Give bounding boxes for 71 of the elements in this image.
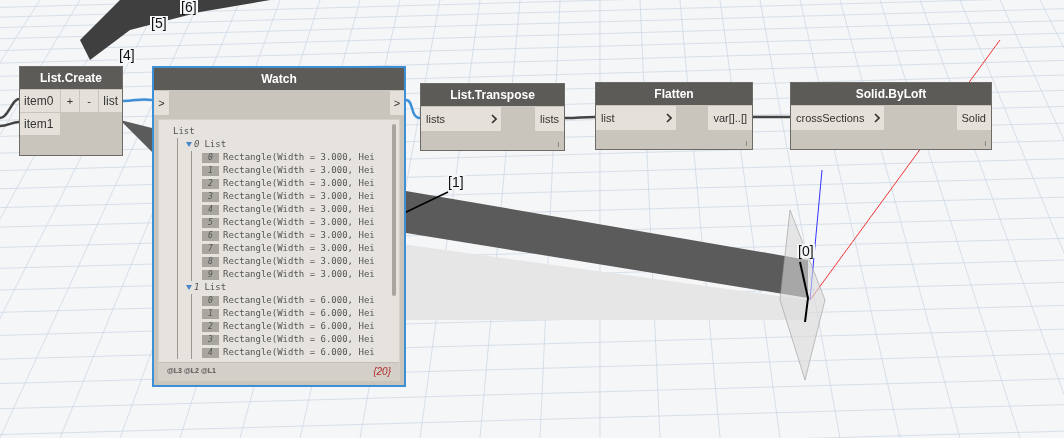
- list-item: Rectangle(Width = 3.000, Hei: [223, 190, 375, 203]
- input-port[interactable]: item0: [20, 90, 60, 112]
- list-item: Rectangle(Width = 6.000, Hei: [223, 346, 375, 359]
- chevron-icon: [491, 114, 497, 124]
- input-port[interactable]: item1: [20, 113, 60, 135]
- wire: [122, 98, 153, 103]
- geometry-index-label: [1]: [447, 175, 465, 189]
- list-item: Rectangle(Width = 6.000, Hei: [223, 307, 375, 320]
- list-item: Rectangle(Width = 3.000, Hei: [223, 268, 375, 281]
- output-port[interactable]: list: [99, 90, 122, 112]
- list-index: 1: [202, 308, 219, 319]
- list-index: 0: [194, 138, 200, 151]
- node-title: List.Transpose: [421, 84, 564, 106]
- list-item: Rectangle(Width = 3.000, Hei: [223, 216, 375, 229]
- input-port[interactable]: >: [154, 91, 169, 115]
- node-title: Flatten: [596, 83, 752, 105]
- tree-label: List: [173, 125, 195, 138]
- list-index: 6: [202, 230, 219, 241]
- list-index: 3: [202, 191, 219, 202]
- item-count: {20}: [373, 365, 391, 379]
- input-port[interactable]: lists: [421, 107, 501, 131]
- chevron-icon: [874, 113, 881, 123]
- list-item: Rectangle(Width = 3.000, Hei: [223, 151, 375, 164]
- list-index: 2: [202, 321, 219, 332]
- wire: [565, 115, 595, 120]
- wire: [405, 98, 421, 120]
- list-index: 8: [202, 256, 219, 267]
- node-card[interactable]: [152, 66, 406, 387]
- output-port[interactable]: >: [390, 91, 404, 115]
- node-title: List.Create: [20, 67, 122, 89]
- list-item: Rectangle(Width = 3.000, Hei: [223, 242, 375, 255]
- list-item: Rectangle(Width = 3.000, Hei: [223, 203, 375, 216]
- chevron-icon: [666, 113, 672, 123]
- scrollbar-thumb[interactable]: [392, 124, 396, 296]
- list-index: 1: [202, 165, 219, 176]
- list-index: 0: [202, 152, 219, 163]
- list-index: 1: [194, 281, 200, 294]
- list-index: 4: [202, 347, 219, 358]
- list-item: Rectangle(Width = 3.000, Hei: [223, 229, 375, 242]
- list-item: Rectangle(Width = 3.000, Hei: [223, 255, 375, 268]
- list-index: 0: [202, 295, 219, 306]
- tree-label: List: [204, 138, 227, 151]
- node-title: Solid.ByLoft: [791, 83, 991, 105]
- geometry-index-label: [4]: [118, 48, 136, 62]
- wire: [753, 115, 790, 119]
- geometry-index-label: [0]: [797, 244, 815, 258]
- list-item: Rectangle(Width = 6.000, Hei: [223, 320, 375, 333]
- output-port[interactable]: lists: [535, 107, 564, 131]
- geometry-index-label: [5]: [150, 16, 168, 30]
- geometry-index-label: [6]: [180, 0, 198, 14]
- remove-input-button[interactable]: -: [80, 90, 98, 112]
- list-index: 7: [202, 243, 219, 254]
- input-port[interactable]: crossSections: [791, 106, 885, 130]
- list-index: 9: [202, 269, 219, 280]
- output-port[interactable]: var[]..[]: [708, 106, 752, 130]
- input-port[interactable]: list: [596, 106, 676, 130]
- list-item: Rectangle(Width = 3.000, Hei: [223, 177, 375, 190]
- list-item: Rectangle(Width = 3.000, Hei: [223, 164, 375, 177]
- expanded-triangle-icon[interactable]: [186, 142, 192, 147]
- expanded-triangle-icon[interactable]: [186, 285, 192, 290]
- add-input-button[interactable]: +: [61, 90, 79, 112]
- node-card[interactable]: List.Create item0 + - list item1: [19, 66, 123, 156]
- output-port[interactable]: Solid: [956, 106, 991, 130]
- list-item: Rectangle(Width = 6.000, Hei: [223, 333, 375, 346]
- list-index: 5: [202, 217, 219, 228]
- list-index: 2: [202, 178, 219, 189]
- list-index: 4: [202, 204, 219, 215]
- node-title: Watch: [154, 68, 404, 90]
- tree-label: List: [204, 281, 227, 294]
- list-item: Rectangle(Width = 6.000, Hei: [223, 294, 375, 307]
- list-index: 3: [202, 334, 219, 345]
